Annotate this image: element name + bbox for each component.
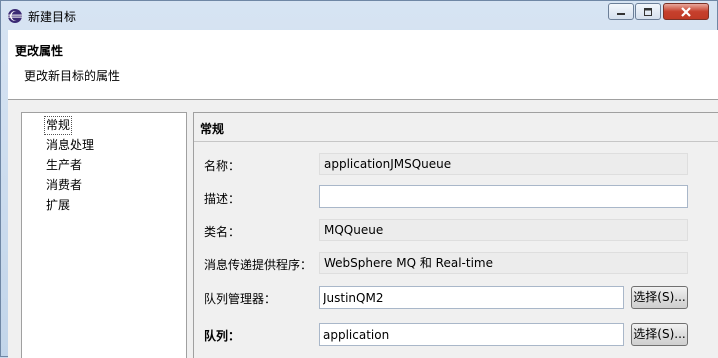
property-navigation-list: 常规 消息处理 生产者 消费者 扩展 bbox=[21, 112, 187, 358]
banner-title: 更改属性 bbox=[15, 44, 64, 58]
queue-select-button[interactable]: 选择(S)... bbox=[631, 323, 688, 346]
minimize-icon bbox=[617, 12, 625, 15]
section-title: 常规 bbox=[200, 122, 225, 136]
dialog-window: 新建目标 更改属性 更改新目标的属性 常规 消息处理 生产者 消费者 扩展 常规… bbox=[0, 0, 718, 358]
queue-manager-label: 队列管理器： bbox=[204, 292, 277, 306]
nav-item-consumer[interactable]: 消费者 bbox=[45, 177, 83, 194]
maximize-button[interactable] bbox=[635, 3, 661, 20]
messaging-provider-field: WebSphere MQ 和 Real-time bbox=[319, 252, 688, 274]
nav-item-message-handling[interactable]: 消息处理 bbox=[45, 137, 95, 154]
description-input[interactable] bbox=[319, 185, 688, 208]
banner-description: 更改新目标的属性 bbox=[24, 69, 121, 83]
nav-item-producer[interactable]: 生产者 bbox=[45, 157, 83, 174]
name-label: 名称： bbox=[204, 159, 241, 173]
nav-item-extension[interactable]: 扩展 bbox=[45, 197, 71, 214]
section-divider bbox=[194, 141, 718, 142]
close-button[interactable] bbox=[663, 3, 709, 20]
queue-manager-select-button[interactable]: 选择(S)... bbox=[631, 286, 688, 309]
title-bar[interactable]: 新建目标 bbox=[1, 1, 718, 31]
eclipse-icon bbox=[8, 9, 22, 23]
queue-input[interactable] bbox=[319, 323, 624, 346]
header-banner: 更改属性 更改新目标的属性 bbox=[8, 30, 718, 100]
description-label: 描述： bbox=[204, 192, 241, 206]
queue-label: 队列： bbox=[204, 329, 241, 343]
messaging-provider-label: 消息传递提供程序： bbox=[204, 258, 313, 272]
name-field: applicationJMSQueue bbox=[319, 153, 688, 175]
class-name-field: MQQueue bbox=[319, 219, 688, 241]
maximize-icon bbox=[644, 7, 652, 16]
minimize-button[interactable] bbox=[608, 3, 634, 20]
dialog-client-area: 更改属性 更改新目标的属性 常规 消息处理 生产者 消费者 扩展 常规 名称： … bbox=[8, 30, 718, 358]
close-icon bbox=[681, 6, 691, 17]
nav-item-general[interactable]: 常规 bbox=[43, 116, 73, 135]
window-title: 新建目标 bbox=[28, 10, 77, 24]
queue-manager-input[interactable] bbox=[319, 286, 624, 309]
general-properties-panel: 常规 名称： applicationJMSQueue 描述： 类名： MQQue… bbox=[193, 112, 718, 358]
class-name-label: 类名： bbox=[204, 225, 241, 239]
